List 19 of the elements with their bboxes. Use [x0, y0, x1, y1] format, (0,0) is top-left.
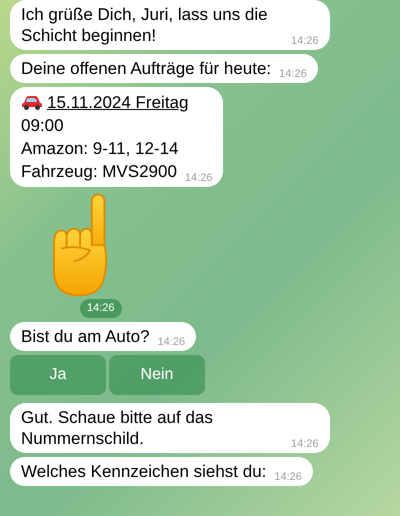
reply-button[interactable]: Ja: [10, 354, 106, 394]
message-time: 14:26: [279, 67, 307, 81]
message-text: Fahrzeug: MVS2900: [21, 161, 177, 183]
message-time: 14:26: [291, 436, 319, 450]
message-time: 14:26: [184, 171, 212, 185]
reply-button[interactable]: Nein: [109, 354, 205, 394]
message-text: Ich grüße Dich, Juri, lass uns die Schicht beginnen!: [21, 4, 269, 46]
sticker-time: 14:26: [80, 299, 122, 318]
date-link[interactable]: 15.11.2024 Freitag: [47, 91, 188, 114]
message-time: 14:26: [158, 334, 186, 348]
message-text: Amazon: 9-11, 12-14: [21, 138, 178, 160]
message-text: Deine offenen Aufträge für heute:: [21, 58, 272, 79]
message-time: 14:26: [291, 34, 319, 48]
message-text: Bist du am Auto?: [21, 326, 150, 346]
message-time: 14:26: [274, 470, 302, 484]
message-text: Gut. Schaue bitte auf das Nummernschild.: [21, 406, 214, 448]
message-text: 09:00: [21, 115, 64, 137]
car-icon: [21, 94, 43, 110]
message-text: Welches Kennzeichen siehst du:: [21, 460, 266, 482]
